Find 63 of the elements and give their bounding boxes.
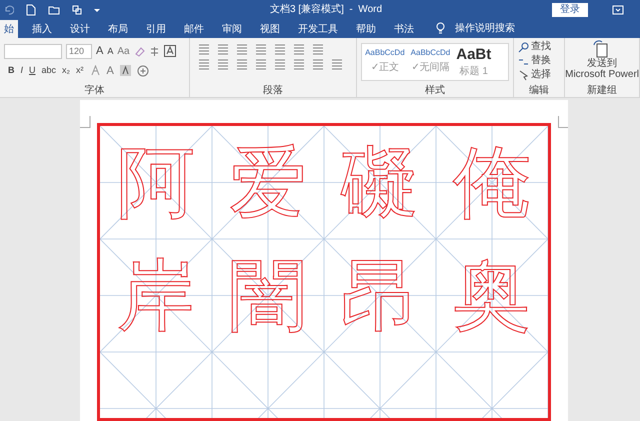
format-button[interactable]: B bbox=[8, 64, 14, 78]
calligraphy-character: 奥 bbox=[452, 250, 532, 340]
format-button[interactable]: abc bbox=[42, 64, 56, 78]
editing-button[interactable]: 替换 bbox=[531, 54, 552, 68]
group-label: 编辑 bbox=[528, 84, 550, 97]
calligraphy-character: 俺 bbox=[451, 138, 532, 228]
editing-button[interactable]: 查找 bbox=[531, 40, 552, 54]
calligraphy-character: 礙 bbox=[339, 138, 420, 228]
lightbulb-icon bbox=[436, 22, 445, 35]
ribbon-tab[interactable]: 引用 bbox=[142, 20, 170, 38]
sign-in-button[interactable]: 登录 bbox=[552, 2, 588, 16]
calligraphy-character: 爱 bbox=[228, 138, 308, 228]
ribbon-tab[interactable]: 视图 bbox=[256, 20, 284, 38]
customize-icon[interactable] bbox=[94, 6, 100, 12]
calligraphy-character: 岸 bbox=[116, 250, 196, 340]
windows-icon[interactable] bbox=[72, 4, 82, 14]
style-preview[interactable]: AaBt bbox=[456, 46, 492, 64]
send-to-label: Microsoft Powerl bbox=[565, 69, 640, 80]
search-icon[interactable] bbox=[518, 42, 530, 52]
group-label: 新建组 bbox=[586, 84, 618, 97]
new-document-icon[interactable] bbox=[26, 4, 36, 16]
calligraphy-character: 昂 bbox=[340, 250, 420, 340]
style-preview[interactable]: AaBbCcDd bbox=[365, 46, 405, 60]
shading-icon[interactable] bbox=[120, 65, 131, 76]
font-color-button[interactable]: A bbox=[106, 62, 114, 79]
ribbon-display-icon[interactable] bbox=[612, 4, 624, 14]
ribbon-tab[interactable]: 帮助 bbox=[352, 20, 380, 38]
ribbon-tab[interactable]: 书法 bbox=[390, 20, 418, 38]
enclose-characters-icon[interactable] bbox=[136, 64, 149, 77]
editing-button[interactable]: 选择 bbox=[531, 68, 552, 82]
phonetic-guide-icon[interactable] bbox=[148, 46, 160, 57]
ribbon-tab[interactable]: 布局 bbox=[104, 20, 132, 38]
group-label: 样式 bbox=[424, 84, 446, 97]
format-button[interactable]: x₂ bbox=[62, 64, 70, 78]
font-size-field[interactable]: 120 bbox=[66, 44, 92, 59]
margin-corner-mark bbox=[558, 116, 568, 128]
group-label: 段落 bbox=[262, 84, 284, 97]
send-to-label: 发送到 bbox=[587, 58, 618, 69]
grow-font-button[interactable]: A bbox=[96, 43, 104, 60]
shrink-font-button[interactable]: A bbox=[107, 44, 114, 58]
font-name-field[interactable] bbox=[4, 44, 62, 59]
ribbon-tab[interactable]: 插入 bbox=[28, 20, 56, 38]
character-border-icon[interactable] bbox=[164, 45, 176, 58]
tell-me-search[interactable]: 操作说明搜索 bbox=[455, 20, 515, 38]
ribbon-tab[interactable]: 开发工具 bbox=[294, 20, 342, 38]
ribbon-tab[interactable]: 邮件 bbox=[180, 20, 208, 38]
ribbon-tab[interactable]: 始 bbox=[0, 20, 18, 38]
group-label: 字体 bbox=[84, 84, 106, 97]
format-button[interactable]: I bbox=[20, 64, 24, 78]
change-case-button[interactable]: Aa bbox=[117, 44, 130, 59]
style-preview[interactable]: AaBbCcDd bbox=[410, 46, 450, 60]
margin-corner-mark bbox=[80, 116, 91, 128]
ribbon-tab[interactable]: 审阅 bbox=[218, 20, 246, 38]
window-title: 文档3 [兼容模式] - Word bbox=[270, 2, 382, 17]
eraser-icon[interactable] bbox=[134, 46, 145, 57]
format-button[interactable]: U bbox=[29, 64, 36, 78]
undo-icon[interactable] bbox=[4, 4, 14, 14]
ribbon-tab[interactable]: 设计 bbox=[66, 20, 94, 38]
calligraphy-character: 闇 bbox=[228, 250, 308, 340]
folder-icon[interactable] bbox=[48, 4, 60, 14]
format-button[interactable]: x² bbox=[76, 64, 84, 78]
calligraphy-character: 阿 bbox=[116, 138, 196, 228]
text-effects-icon[interactable] bbox=[90, 65, 101, 76]
